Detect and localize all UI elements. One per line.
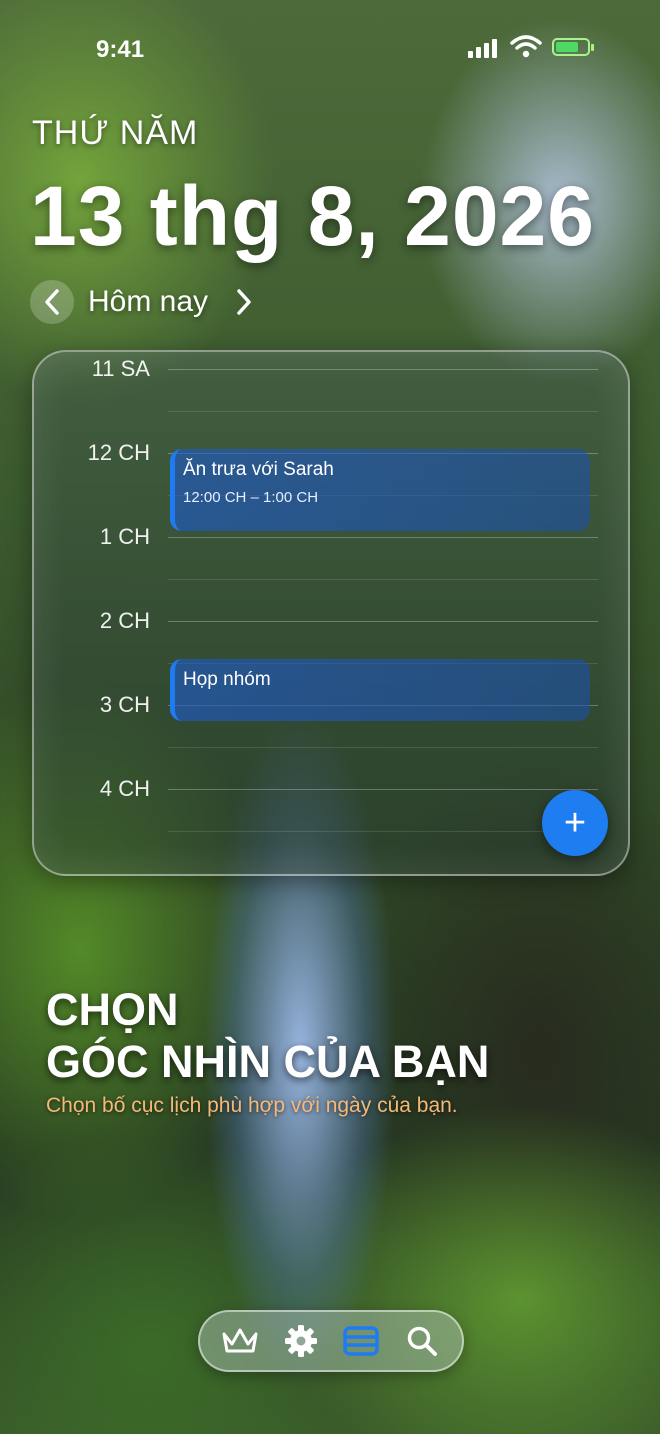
event-time: 12:00 CH – 1:00 CH [183,489,319,506]
battery-charging-icon [552,38,594,56]
hour-label: 1 CH [99,524,150,549]
event-team-meeting[interactable]: Họp nhóm [170,659,590,721]
cellular-signal-icon [468,38,497,58]
status-bar: 9:41 [0,0,660,96]
tab-search[interactable] [399,1318,445,1364]
tab-settings[interactable] [278,1318,324,1364]
promo-title-line2: GÓC NHÌN CỦA BẠN [46,1036,490,1087]
event-title: Họp nhóm [183,669,271,690]
hour-label: 11 SA [91,356,150,381]
day-navigator: Hôm nay [30,278,266,326]
search-icon [407,1326,437,1356]
today-button[interactable]: Hôm nay [74,285,222,319]
previous-day-button[interactable] [30,280,74,324]
tab-premium[interactable] [217,1318,263,1364]
hour-label: 4 CH [99,776,150,801]
crown-icon [222,1328,258,1353]
gear-icon [284,1325,317,1357]
next-day-button[interactable] [222,280,266,324]
chevron-left-icon [45,289,59,315]
date-title: 13 thg 8, 2026 [30,169,595,263]
promo-title: CHỌN GÓC NHÌN CỦA BẠN [46,984,489,1088]
hour-row: 4 CH [34,776,628,873]
hour-label: 12 CH [87,440,150,465]
calendar-layout-icon [343,1326,379,1356]
tab-calendar-view[interactable] [338,1318,384,1364]
event-title: Ăn trưa với Sarah [183,459,334,480]
promo-subtitle: Chọn bố cục lịch phù hợp với ngày của bạ… [46,1094,458,1117]
day-view-card[interactable]: 11 SA 12 CH 1 CH 2 CH 3 CH 4 CH Ăn trưa … [32,350,630,876]
wifi-icon [510,35,542,58]
plus-icon: + [563,802,587,844]
event-lunch-with-sarah[interactable]: Ăn trưa với Sarah 12:00 CH – 1:00 CH [170,449,590,531]
hour-label: 2 CH [99,608,150,633]
hour-label: 3 CH [99,692,150,717]
add-event-button[interactable]: + [542,790,608,856]
status-time: 9:41 [96,36,145,63]
chevron-right-icon [237,289,251,315]
weekday-label: THỨ NĂM [32,114,199,152]
promo-title-line1: CHỌN [46,984,179,1035]
bottom-tab-bar [198,1310,464,1372]
